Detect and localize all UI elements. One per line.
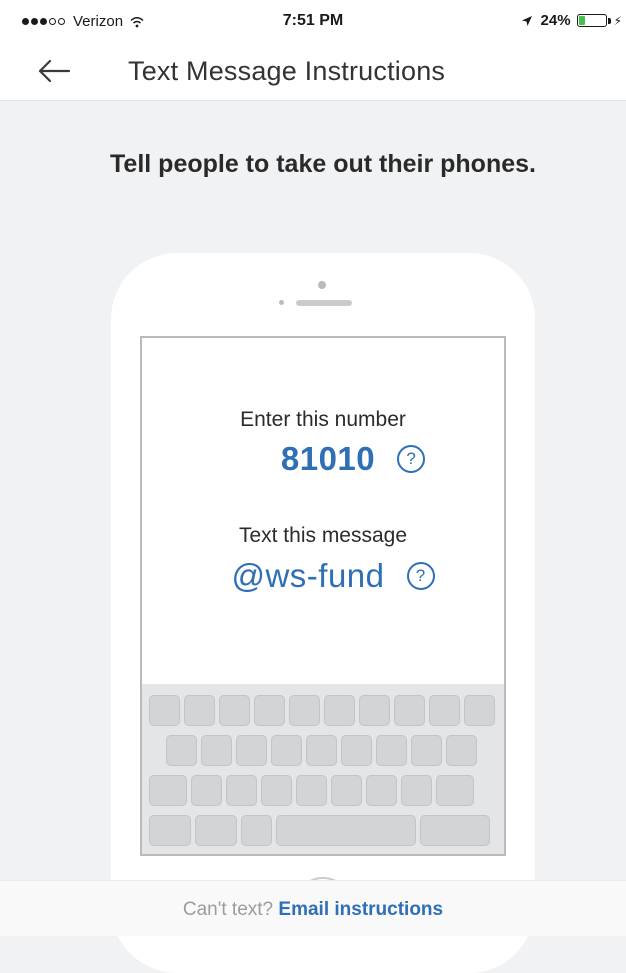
keyboard-key — [271, 735, 302, 766]
keyboard-key — [376, 735, 407, 766]
message-value: @ws-fund — [231, 557, 385, 594]
phone-illustration: Enter this number 81010 ? Text this mess… — [111, 253, 535, 973]
keyboard-key — [236, 735, 267, 766]
keyboard-key — [254, 695, 285, 726]
keyboard-key — [464, 695, 495, 726]
keyboard-key — [241, 815, 272, 846]
keyboard-key — [446, 735, 477, 766]
keyboard-key — [149, 815, 191, 846]
email-instructions-link[interactable]: Email instructions — [278, 899, 443, 920]
keyboard-key — [359, 695, 390, 726]
footer-text: Can't text? Email instructions — [0, 899, 626, 921]
battery-fill — [578, 16, 585, 25]
keyboard-row — [149, 815, 494, 846]
keyboard-key — [166, 735, 197, 766]
keyboard-key — [341, 735, 372, 766]
keyboard-row — [149, 775, 478, 806]
battery-icon — [576, 14, 607, 27]
phone-screen: Enter this number 81010 ? Text this mess… — [140, 336, 506, 856]
status-right: 24% ⚡ — [521, 12, 622, 29]
keyboard-key — [149, 695, 180, 726]
keyboard-key — [411, 735, 442, 766]
location-icon — [521, 15, 532, 26]
keyboard-key — [289, 695, 320, 726]
camera-dot — [318, 281, 326, 289]
keyboard-key — [201, 735, 232, 766]
keyboard-key — [366, 775, 397, 806]
number-label: Enter this number — [240, 408, 406, 431]
keyboard-key — [401, 775, 432, 806]
keyboard-key — [324, 695, 355, 726]
number-row: 81010 ? — [142, 440, 504, 478]
keyboard-key — [436, 775, 474, 806]
battery-percent: 24% — [540, 12, 571, 29]
keyboard-key — [149, 775, 187, 806]
keyboard-key — [296, 775, 327, 806]
keyboard-illustration — [142, 684, 504, 854]
keyboard-row — [166, 735, 481, 766]
keyboard-key — [429, 695, 460, 726]
message-help-icon[interactable]: ? — [406, 562, 435, 590]
message-label: Text this message — [238, 524, 408, 547]
keyboard-key — [331, 775, 362, 806]
charging-icon: ⚡ — [613, 13, 622, 28]
number-value: 81010 — [280, 440, 376, 477]
number-help-icon[interactable]: ? — [397, 445, 426, 473]
instruction-headline: Tell people to take out their phones. — [110, 150, 536, 178]
keyboard-key — [195, 815, 237, 846]
sensor-dot — [279, 300, 284, 305]
arrow-left-icon — [38, 59, 71, 83]
back-button[interactable] — [34, 52, 74, 90]
nav-bar: Text Message Instructions — [0, 42, 626, 101]
keyboard-key — [261, 775, 292, 806]
page-title: Text Message Instructions — [128, 56, 446, 86]
keyboard-row — [149, 695, 499, 726]
status-bar: Verizon 7:51 PM 24% ⚡ — [0, 0, 626, 42]
battery-cap — [607, 17, 611, 24]
keyboard-key — [306, 735, 337, 766]
keyboard-key — [191, 775, 222, 806]
speaker-slot — [296, 300, 352, 306]
keyboard-key — [394, 695, 425, 726]
keyboard-key — [420, 815, 490, 846]
keyboard-key — [184, 695, 215, 726]
footer: Can't text? Email instructions — [0, 880, 626, 936]
message-row: @ws-fund ? — [142, 557, 504, 595]
keyboard-key — [219, 695, 250, 726]
keyboard-spacebar — [276, 815, 416, 846]
keyboard-key — [226, 775, 257, 806]
footer-prompt: Can't text? — [182, 899, 274, 920]
